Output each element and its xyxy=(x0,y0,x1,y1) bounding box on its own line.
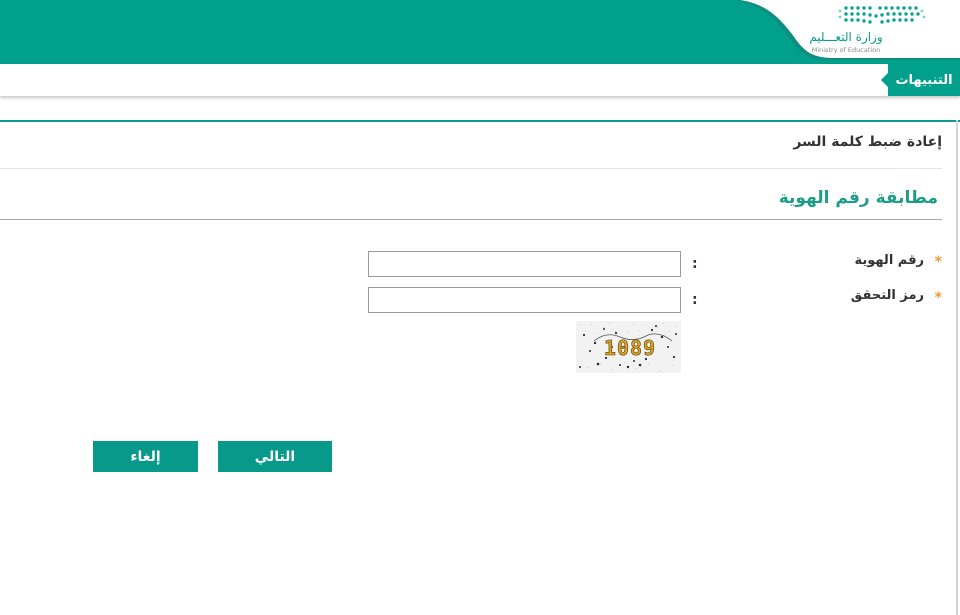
id-number-label: رقم الهوية xyxy=(854,253,924,268)
section-divider xyxy=(0,219,942,220)
captcha-code-separator: : xyxy=(692,292,698,308)
captcha-code-required-mark: * xyxy=(934,290,942,306)
notifications-tab[interactable]: التنبيهات xyxy=(888,64,960,96)
panel-side-border xyxy=(956,120,958,615)
id-number-required-mark: * xyxy=(934,254,942,270)
section-title: مطابقة رقم الهوية xyxy=(778,188,938,208)
header: وزارة التعـــليم Ministry of Education xyxy=(0,0,960,64)
notifications-bar xyxy=(0,64,960,96)
captcha-text: 1089 xyxy=(604,336,656,360)
logo-text-arabic: وزارة التعـــليم xyxy=(809,30,883,44)
id-number-separator: : xyxy=(692,256,698,272)
next-button[interactable]: التالي xyxy=(218,441,332,472)
captcha-image: 1089 xyxy=(576,321,681,373)
notifications-tab-pointer xyxy=(881,73,888,87)
page: وزارة التعـــليم Ministry of Education ا… xyxy=(0,0,960,615)
cancel-button[interactable]: إلغاء xyxy=(93,441,198,472)
captcha-code-input[interactable] xyxy=(368,287,681,313)
logo-text-english: Ministry of Education xyxy=(811,46,881,54)
id-number-input[interactable] xyxy=(368,251,681,277)
page-title: إعادة ضبط كلمة السر xyxy=(793,134,942,150)
title-divider xyxy=(0,168,942,169)
captcha-code-label: رمز التحقق xyxy=(850,288,924,303)
panel-top-border xyxy=(0,120,960,122)
